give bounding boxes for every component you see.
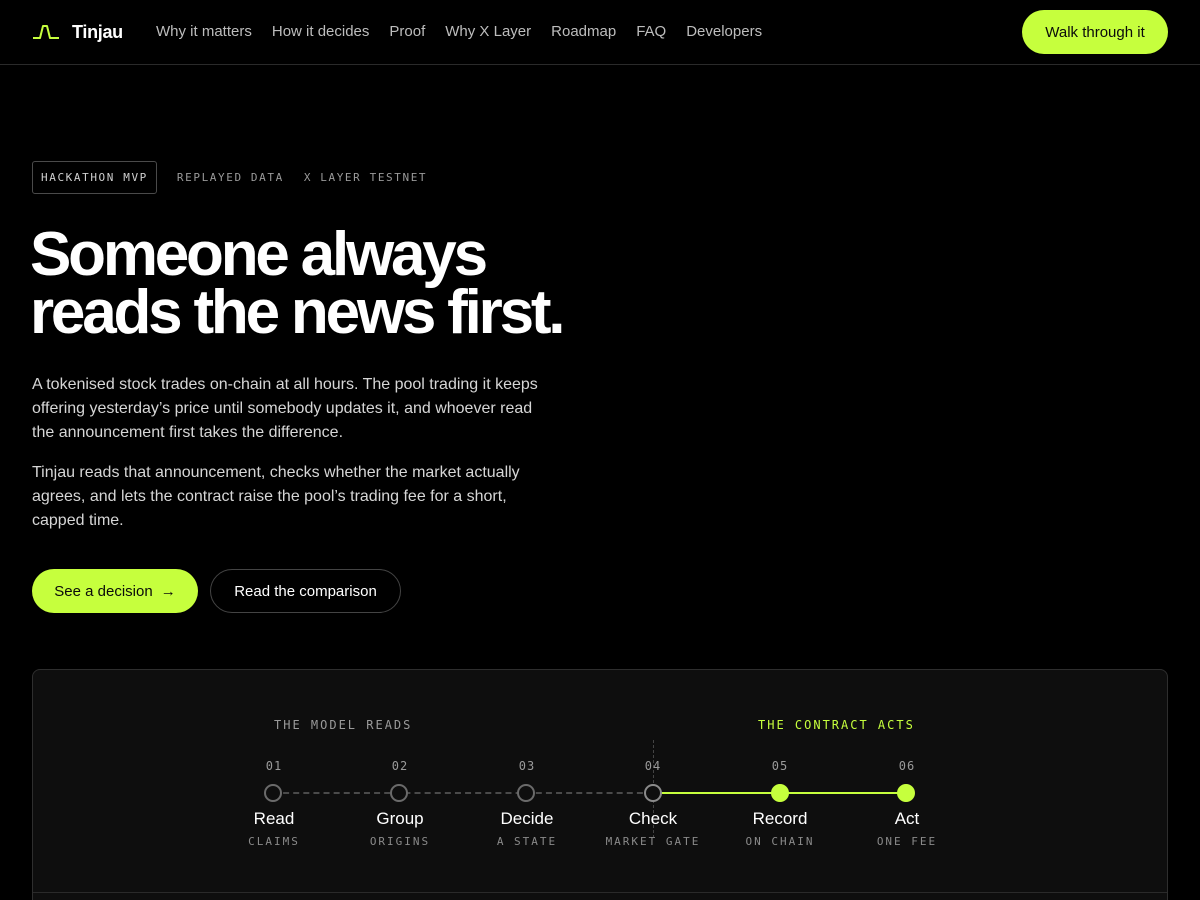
step-sub-act: ONE FEE: [876, 835, 938, 848]
step-number-check: 04: [644, 759, 662, 773]
top-nav: Tinjau Why it matters How it decides Pro…: [0, 0, 1200, 65]
hero-headline: Someone always reads the news first.: [30, 224, 630, 344]
headline-line-2: reads the news first.: [30, 278, 566, 347]
waveform-icon: [33, 25, 59, 39]
step-sub-check: MARKET GATE: [605, 835, 701, 848]
step-number-group: 02: [391, 759, 409, 773]
hero-paragraph-2: Tinjau reads that announcement, checks w…: [32, 464, 520, 529]
nav-link-how-it-decides[interactable]: How it decides: [272, 23, 370, 40]
step-number-read: 01: [265, 759, 283, 773]
hero-tags: HACKATHON MVP REPLAYED DATA X LAYER TEST…: [32, 161, 427, 194]
step-sub-read: CLAIMS: [248, 835, 300, 848]
step-number-act: 06: [898, 759, 916, 773]
step-sub-group: ORIGINS: [369, 835, 431, 848]
step-dot-decide[interactable]: [517, 784, 535, 802]
nav-link-why-x-layer[interactable]: Why X Layer: [445, 23, 531, 40]
tag-x-layer-testnet: X LAYER TESTNET: [303, 171, 428, 184]
brand-name: Tinjau: [72, 21, 123, 42]
hero-paragraph-1: A tokenised stock trades on-chain at all…: [32, 376, 538, 441]
read-comparison-button[interactable]: Read the comparison: [210, 569, 401, 613]
walk-through-button[interactable]: Walk through it: [1022, 10, 1168, 54]
step-dot-act[interactable]: [897, 784, 915, 802]
step-title-group: Group: [376, 809, 424, 828]
model-reads-label: THE MODEL READS: [274, 718, 413, 732]
step-title-read: Read: [253, 809, 295, 828]
tag-replayed-data: REPLAYED DATA: [176, 171, 284, 184]
nav-links: Why it matters How it decides Proof Why …: [156, 23, 762, 40]
panel-bottom-divider: [33, 892, 1167, 893]
tag-hackathon-mvp: HACKATHON MVP: [32, 161, 157, 194]
nav-link-roadmap[interactable]: Roadmap: [551, 23, 616, 40]
see-a-decision-label: See a decision: [54, 582, 153, 600]
step-sub-decide: A STATE: [496, 835, 558, 848]
step-dot-record[interactable]: [771, 784, 789, 802]
step-number-record: 05: [771, 759, 789, 773]
step-dot-check[interactable]: [644, 784, 662, 802]
nav-link-developers[interactable]: Developers: [686, 23, 762, 40]
step-sub-record: ON CHAIN: [745, 835, 815, 848]
brand-logo[interactable]: Tinjau: [32, 20, 123, 44]
step-number-decide: 03: [518, 759, 536, 773]
see-a-decision-button[interactable]: See a decision →: [32, 569, 198, 613]
arrow-right-icon: →: [160, 582, 176, 600]
step-dot-read[interactable]: [264, 784, 282, 802]
model-track-line: [273, 792, 653, 794]
nav-link-proof[interactable]: Proof: [389, 23, 425, 40]
step-title-act: Act: [894, 809, 920, 828]
step-title-decide: Decide: [500, 809, 554, 828]
step-title-check: Check: [628, 809, 678, 828]
pipeline-panel: THE MODEL READS THE CONTRACT ACTS 01 Rea…: [32, 669, 1168, 900]
contract-acts-label: THE CONTRACT ACTS: [758, 718, 915, 732]
step-dot-group[interactable]: [390, 784, 408, 802]
step-title-record: Record: [752, 809, 808, 828]
nav-link-faq[interactable]: FAQ: [636, 23, 666, 40]
nav-link-why-it-matters[interactable]: Why it matters: [156, 23, 252, 40]
